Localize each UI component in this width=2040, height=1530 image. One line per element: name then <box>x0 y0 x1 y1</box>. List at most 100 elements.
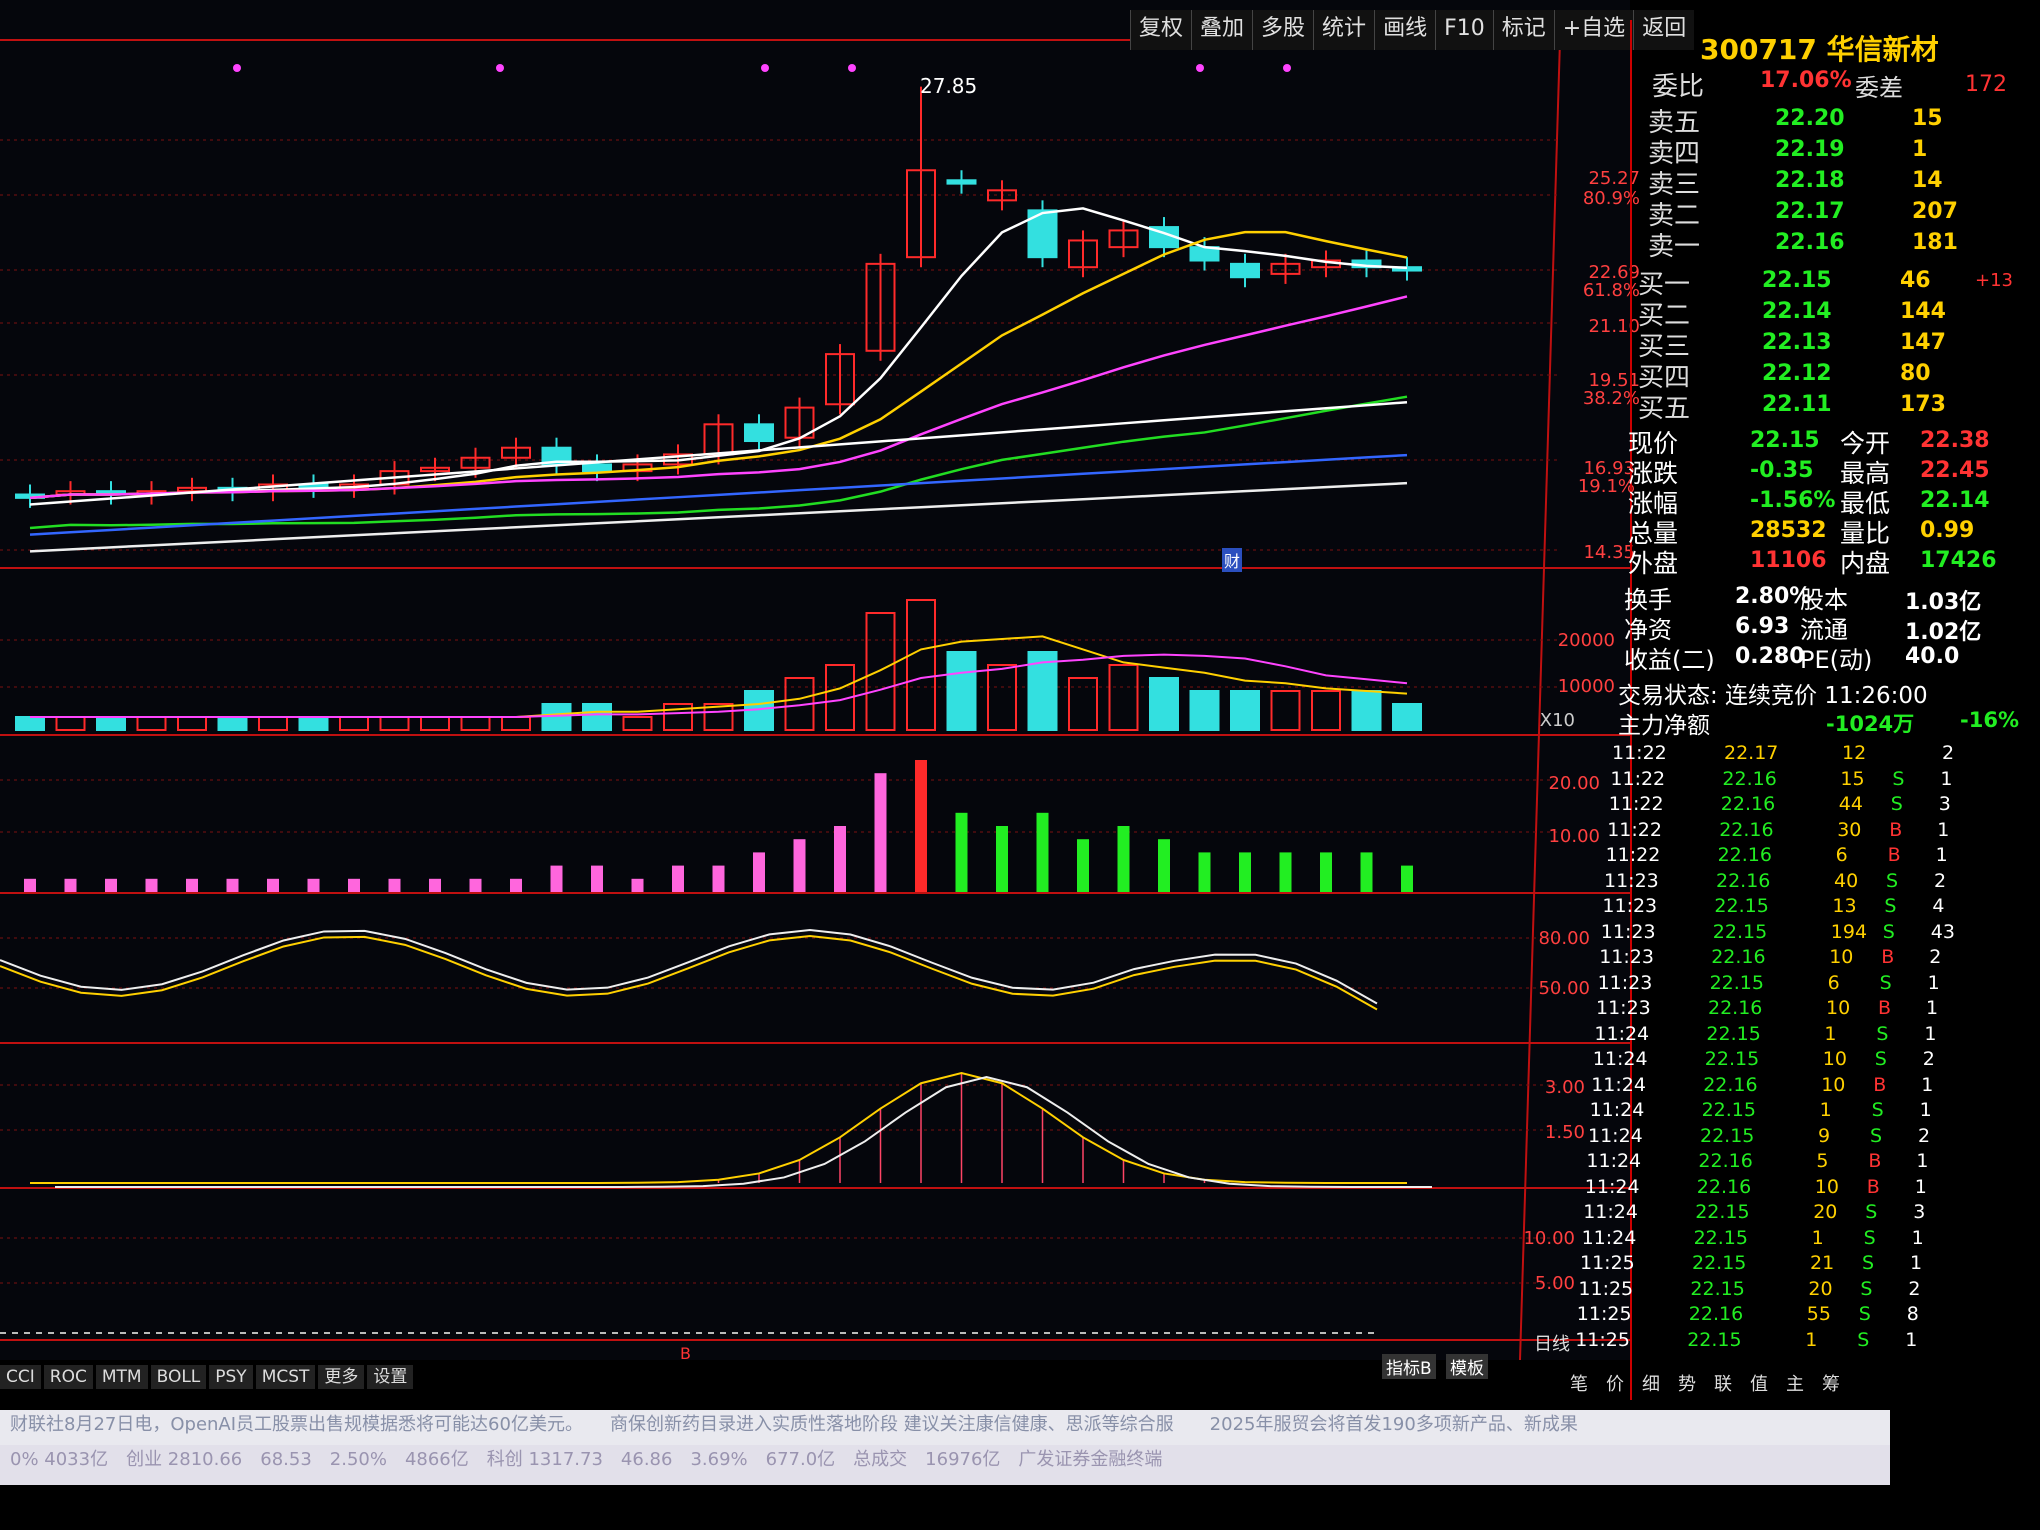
kline-chart-area[interactable] <box>0 0 1630 1360</box>
price-axis-label: 25.27 <box>1588 168 1640 189</box>
tick-volume: 1 <box>1805 1328 1818 1351</box>
toolbar-button-tongji[interactable]: 统计 <box>1313 10 1375 50</box>
tab-cci[interactable]: CCI <box>0 1365 41 1389</box>
indicator-bar <box>955 812 968 892</box>
tick-row: 11:25 22.16 55 S 8 <box>1577 1303 2007 1329</box>
volume-bar <box>1149 677 1179 731</box>
tick-volume: 21 <box>1810 1252 1835 1274</box>
tab-mtm[interactable]: MTM <box>95 1365 148 1389</box>
tab-more[interactable]: 更多 <box>318 1365 365 1389</box>
tick-price: 22.15 <box>1714 895 1769 917</box>
tab-xi[interactable]: 细 <box>1642 1370 1660 1396</box>
tick-count: 3 <box>1938 793 1951 815</box>
financial-report-marker[interactable]: 财 <box>1222 548 1243 572</box>
indicator-bar <box>915 760 927 892</box>
weibi-label: 委比 <box>1652 72 1705 102</box>
tick-time: 11:23 <box>1604 869 1659 892</box>
tick-price: 22.15 <box>1712 920 1768 943</box>
tick-time: 11:24 <box>1592 1048 1648 1070</box>
tick-side: S <box>1863 1226 1876 1249</box>
tick-side: S <box>1886 869 1899 892</box>
tick-volume: 10 <box>1829 946 1854 968</box>
tick-volume: 15 <box>1840 767 1865 790</box>
tick-time: 11:25 <box>1576 1303 1632 1325</box>
tab-psy[interactable]: PSY <box>209 1365 253 1389</box>
tick-count: 1 <box>1919 1099 1932 1121</box>
tab-zhu[interactable]: 主 <box>1786 1370 1804 1396</box>
indicator-axis-label: 10.00 <box>1548 826 1600 847</box>
volume-multiplier: X10 <box>1539 710 1575 731</box>
tab-roc[interactable]: ROC <box>43 1365 93 1389</box>
tick-volume: 10 <box>1822 1048 1847 1070</box>
tick-count: 1 <box>1916 1150 1929 1172</box>
tick-time: 11:24 <box>1594 1022 1650 1045</box>
indicator-bar <box>226 878 239 892</box>
toolbar-button-fuquan[interactable]: 复权 <box>1130 10 1192 50</box>
bid-volume: 173 <box>1900 392 1946 417</box>
toolbar-button-zixuan[interactable]: +自选 <box>1553 10 1634 50</box>
indicator-tabs: CCI ROC MTM BOLL PSY MCST 更多 设置 <box>0 1365 416 1389</box>
tick-row: 11:23 22.16 10 B 1 <box>1596 997 2026 1023</box>
high-price-annotation: 27.85 <box>920 74 978 98</box>
event-dot <box>233 64 241 72</box>
tab-zhi[interactable]: 值 <box>1750 1370 1768 1396</box>
tick-row: 11:24 22.15 1 S 1 <box>1590 1099 2020 1125</box>
toolbar-button-diejia[interactable]: 叠加 <box>1191 10 1253 50</box>
fund-value: 0.280 <box>1735 644 1805 669</box>
tab-jia[interactable]: 价 <box>1606 1370 1624 1396</box>
quote-value: 17426 <box>1920 548 1997 573</box>
tab-settings[interactable]: 设置 <box>367 1365 414 1389</box>
toolbar-button-f10[interactable]: F10 <box>1435 10 1493 50</box>
main-flow-label[interactable]: 主力净额 <box>1618 706 1710 740</box>
tick-row: 11:23 22.15 13 S 4 <box>1602 895 2032 921</box>
bid-volume: 144 <box>1900 299 1946 324</box>
tick-price: 22.16 <box>1719 818 1774 841</box>
volume-axis-label: 10000 <box>1557 676 1615 697</box>
toolbar-button-biaoji[interactable]: 标记 <box>1492 10 1554 50</box>
tick-time: 11:23 <box>1596 997 1651 1019</box>
toolbar-button-huaxian[interactable]: 画线 <box>1374 10 1436 50</box>
panel-tabs: 笔 价 细 势 联 值 主 筹 <box>1570 1370 1858 1396</box>
tick-row: 11:23 22.15 6 S 1 <box>1598 972 2028 998</box>
tick-price: 22.15 <box>1700 1124 1755 1147</box>
tick-side: B <box>1873 1073 1887 1096</box>
tick-row: 11:25 22.15 20 S 2 <box>1578 1278 2008 1304</box>
b-marker: B <box>680 1344 691 1363</box>
news-ticker[interactable]: 财联社8月27日电，OpenAI员工股票出售规模据悉将可能达60亿美元。 商保创… <box>0 1410 1890 1450</box>
bid-price: 22.14 <box>1762 299 1832 324</box>
tick-price: 22.16 <box>1722 767 1777 790</box>
indicator-bar <box>145 878 158 892</box>
tick-count: 43 <box>1930 920 1955 943</box>
tick-side: S <box>1876 1022 1889 1045</box>
tick-price: 22.15 <box>1706 1022 1761 1045</box>
tick-volume: 20 <box>1808 1277 1833 1300</box>
indicator-bar <box>874 773 887 892</box>
ask-price: 22.17 <box>1775 199 1845 224</box>
toolbar-button-duogu[interactable]: 多股 <box>1252 10 1314 50</box>
indicator-bar <box>753 852 765 892</box>
indicator-bar <box>1158 839 1170 892</box>
fund-value: 40.0 <box>1905 644 1960 669</box>
template-button[interactable]: 模板 <box>1446 1354 1488 1379</box>
ask-price: 22.20 <box>1775 106 1845 131</box>
period-label[interactable]: 日线 <box>1470 1330 1570 1356</box>
tab-shi[interactable]: 势 <box>1678 1370 1696 1396</box>
tick-volume: 10 <box>1826 997 1851 1019</box>
ask-volume: 207 <box>1912 199 1958 224</box>
tab-boll[interactable]: BOLL <box>150 1365 207 1389</box>
tick-count: 2 <box>1918 1124 1931 1147</box>
volume-bar <box>298 716 329 731</box>
price-axis-pct: 38.2% <box>1582 388 1640 409</box>
tab-mcst[interactable]: MCST <box>255 1365 316 1389</box>
tab-lian[interactable]: 联 <box>1714 1370 1732 1396</box>
bid-price: 22.12 <box>1762 361 1832 386</box>
tick-row: 11:22 22.16 30 B 1 <box>1607 819 2037 845</box>
indicator-b-button[interactable]: 指标B <box>1382 1354 1436 1379</box>
tab-bi[interactable]: 笔 <box>1570 1370 1588 1396</box>
quote-value: 0.99 <box>1920 518 1975 543</box>
indicator-bar <box>1279 852 1292 892</box>
tick-volume: 40 <box>1834 869 1859 892</box>
tick-volume: 10 <box>1814 1175 1839 1198</box>
volume-bar <box>96 716 126 731</box>
tab-chou[interactable]: 筹 <box>1822 1370 1840 1396</box>
